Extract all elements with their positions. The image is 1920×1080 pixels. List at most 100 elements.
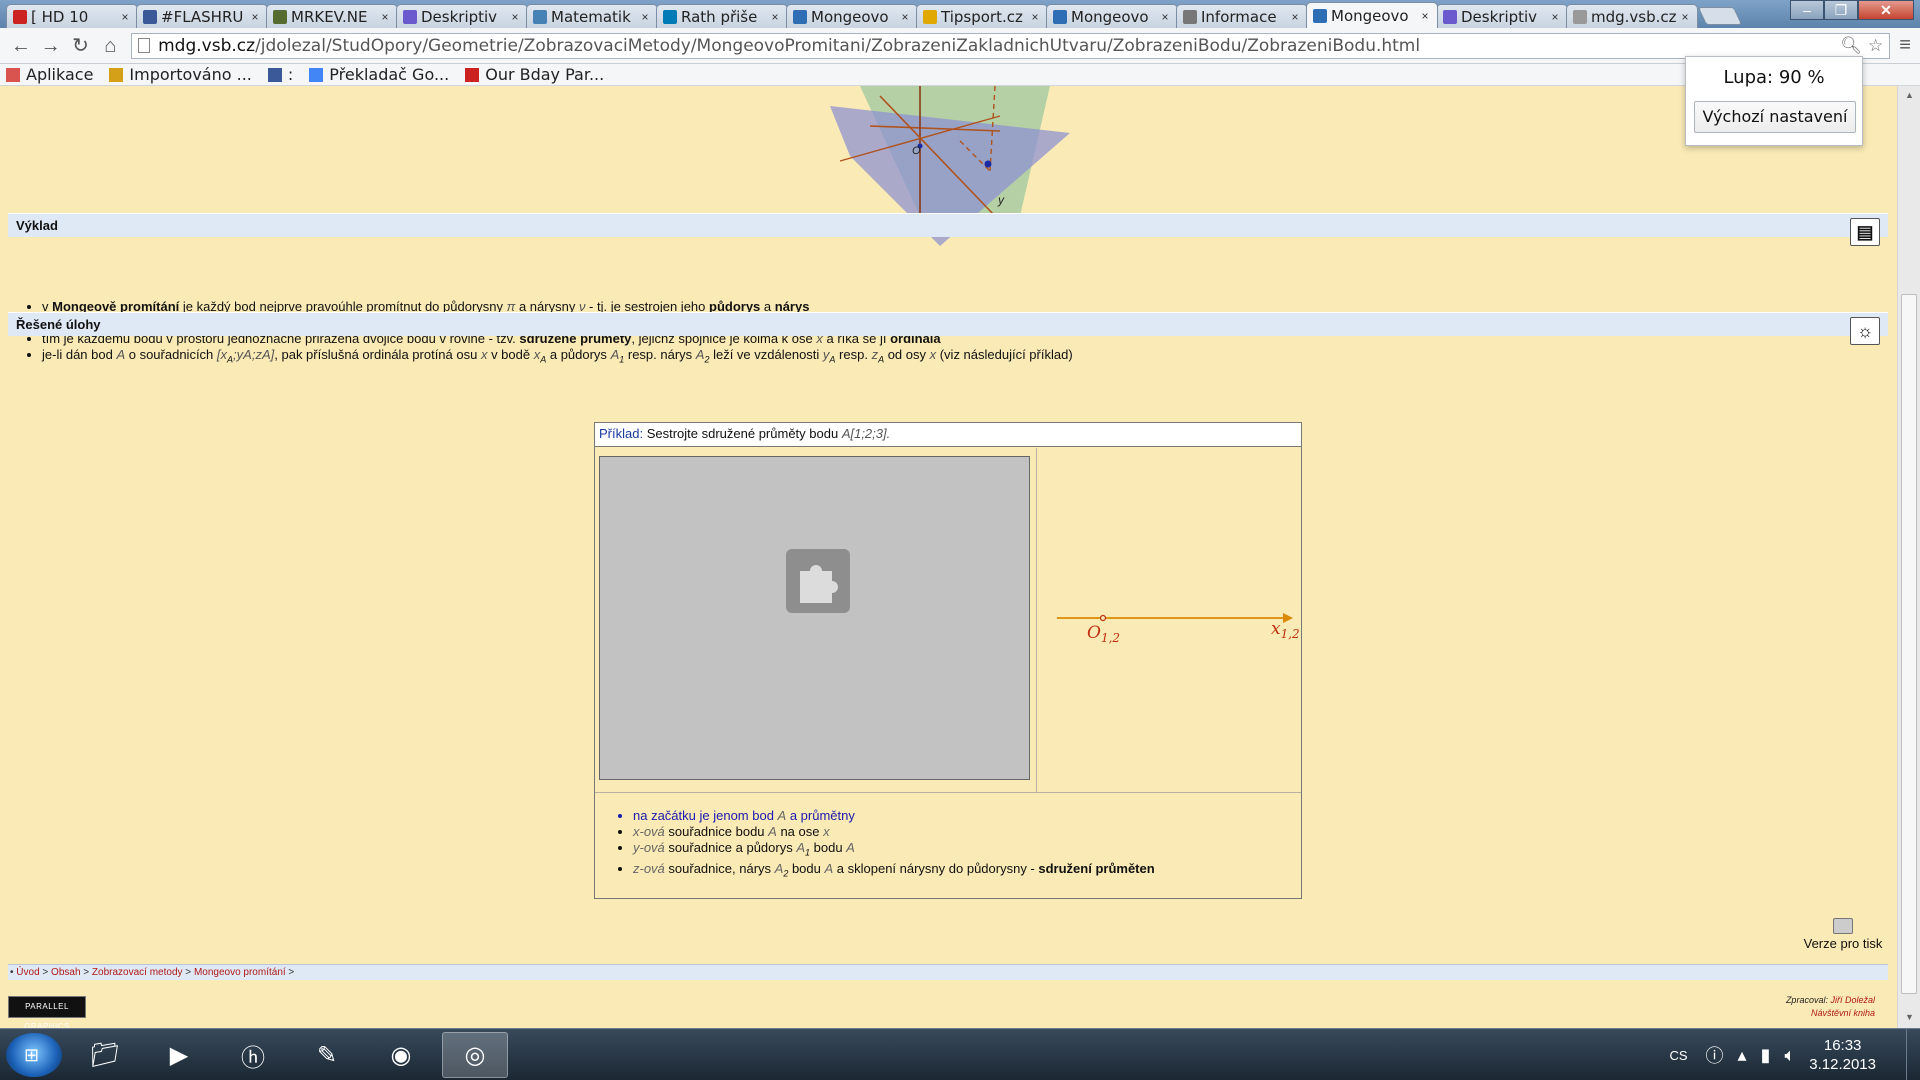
example-point: A[1;2;3]. <box>841 426 891 441</box>
bookmark-item[interactable]: Aplikace <box>6 65 93 84</box>
show-desktop-button[interactable] <box>1906 1029 1920 1080</box>
example-steps: na začátku je jenom bod A a průmětnyx-ov… <box>619 808 1155 881</box>
bookmark-item[interactable]: Our Bday Par... <box>465 65 604 84</box>
browser-tab[interactable]: Mongeovo × <box>1306 2 1438 28</box>
tab-close-icon[interactable]: × <box>509 10 521 24</box>
close-window-button[interactable]: ✕ <box>1858 0 1914 20</box>
maximize-button[interactable]: ❐ <box>1824 0 1858 20</box>
credits-author[interactable]: Jiří Doležal <box>1830 995 1875 1005</box>
guestbook-link[interactable]: Návštěvní kniha <box>1811 1008 1875 1018</box>
tab-close-icon[interactable]: × <box>1159 10 1171 24</box>
page-icon <box>1313 8 1327 23</box>
tab-close-icon[interactable]: × <box>1419 9 1431 23</box>
tab-close-icon[interactable]: × <box>1289 10 1301 24</box>
youtube-icon <box>13 9 27 24</box>
scrollbar-thumb[interactable] <box>1901 294 1917 994</box>
tab-close-icon[interactable]: × <box>1029 10 1041 24</box>
tab-close-icon[interactable]: × <box>899 10 911 24</box>
browser-tab[interactable]: Deskriptiv × <box>396 4 528 28</box>
browser-tab[interactable]: Deskriptiv × <box>1436 4 1568 28</box>
breadcrumb-item[interactable]: Mongeovo promítání <box>194 967 286 978</box>
browser-tab[interactable]: Tipsport.cz × <box>916 4 1048 28</box>
taskbar-app-firefox[interactable]: ◉ <box>368 1032 434 1078</box>
tab-title: Deskriptiv <box>1461 7 1538 26</box>
scroll-down-arrow-icon[interactable]: ▼ <box>1905 1012 1914 1022</box>
address-bar[interactable]: mdg.vsb.cz/jdolezal/StudOpory/Geometrie/… <box>131 32 1891 59</box>
browser-tab[interactable]: Matematik × <box>526 4 658 28</box>
zoom-magnifier-icon[interactable]: 🔍︎ <box>1840 36 1862 56</box>
document-icon[interactable]: ▤ <box>1850 218 1880 246</box>
network-icon[interactable]: ▮ <box>1761 1045 1771 1066</box>
browser-tab[interactable]: mdg.vsb.cz × <box>1566 4 1698 28</box>
windows-logo-icon: ⊞ <box>24 1045 40 1065</box>
bookmarks-bar: Aplikace Importováno ...: Překladač Go... O… <box>0 64 1920 86</box>
tab-close-icon[interactable]: × <box>639 10 651 24</box>
print-version-link[interactable]: Verze pro tisk <box>1798 918 1888 951</box>
parallel-graphics-logo[interactable]: PARALLEL GRAPHICS <box>8 996 86 1028</box>
start-button[interactable]: ⊞ <box>6 1033 62 1077</box>
tab-title: Matematik <box>551 7 631 26</box>
bookmark-star-icon[interactable]: ☆ <box>1868 36 1883 56</box>
breadcrumb-item[interactable]: Zobrazovací metody <box>92 967 183 978</box>
credits-label: Zpracoval: <box>1785 995 1828 1005</box>
bookmark-item[interactable]: : <box>267 65 293 84</box>
plugin-placeholder[interactable] <box>599 456 1030 780</box>
section-vyklad-title: Výklad <box>16 218 58 233</box>
browser-tab[interactable]: Informace × <box>1176 4 1308 28</box>
x-axis-sub-label: 1,2 <box>1281 627 1300 641</box>
reload-icon[interactable]: ↻ <box>66 32 96 60</box>
zoom-reset-button[interactable]: Výchozí nastavení <box>1694 101 1856 133</box>
home-icon[interactable]: ⌂ <box>95 32 125 60</box>
lightbulb-icon[interactable]: ☼ <box>1850 317 1880 345</box>
forward-icon[interactable]: → <box>36 32 66 60</box>
bookmark-item[interactable]: Importováno ... <box>109 65 252 84</box>
tab-close-icon[interactable]: × <box>119 10 131 24</box>
window-controls: – ❐ ✕ <box>1790 0 1914 20</box>
page-icon <box>1053 9 1067 24</box>
taskbar-app-paint[interactable]: ✎ <box>294 1032 360 1078</box>
page-icon <box>1183 9 1197 24</box>
taskbar-app-explorer[interactable]: 📁︎ <box>72 1032 138 1078</box>
tab-close-icon[interactable]: × <box>769 10 781 24</box>
taskbar-app-media-player[interactable]: ▶ <box>146 1032 212 1078</box>
example-step[interactable]: na začátku je jenom bod A a průmětny <box>633 808 1155 824</box>
tab-close-icon[interactable]: × <box>1549 10 1561 24</box>
svg-text:x1,2: x1,2 <box>1271 619 1300 641</box>
tab-title: Mongeovo <box>1071 7 1149 26</box>
menu-icon[interactable]: ≡ <box>1890 34 1920 57</box>
windows-taskbar: ⊞ 📁︎ ▶ ⓗ ✎ ◉ ◎ CS ⓘ ▴ ▮ 🔈︎ 16:33 3.12.2013 <box>0 1028 1920 1080</box>
browser-tab[interactable]: Mongeovo × <box>786 4 918 28</box>
help-icon[interactable]: ⓘ <box>1706 1042 1724 1068</box>
breadcrumb-item[interactable]: Obsah <box>51 967 80 978</box>
section-vyklad: Výklad ▤ <box>8 213 1888 246</box>
browser-tab[interactable]: Mongeovo × <box>1046 4 1178 28</box>
breadcrumb-item[interactable]: Úvod <box>16 967 39 978</box>
bookmark-item[interactable]: Překladač Go... <box>309 65 449 84</box>
browser-tab[interactable]: MRKEV.NE × <box>266 4 398 28</box>
tab-close-icon[interactable]: × <box>1679 10 1691 24</box>
example-step: y-ová souřadnice a půdorys A1 bodu A <box>633 840 1155 861</box>
y-axis-label: y <box>997 193 1005 207</box>
back-icon[interactable]: ← <box>6 32 36 60</box>
tray-expand-icon[interactable]: ▴ <box>1738 1045 1747 1066</box>
apps-grid-icon <box>6 67 20 82</box>
tab-title: #FLASHRU <box>161 7 244 26</box>
browser-tab[interactable]: [ HD 10 × <box>6 4 138 28</box>
scroll-up-arrow-icon[interactable]: ▲ <box>1905 90 1914 100</box>
tab-title: MRKEV.NE <box>291 7 368 26</box>
clock[interactable]: 16:33 3.12.2013 <box>1809 1036 1876 1074</box>
linkedin-icon <box>663 9 677 24</box>
tab-close-icon[interactable]: × <box>379 10 391 24</box>
clock-date: 3.12.2013 <box>1809 1056 1876 1073</box>
taskbar-app-chrome[interactable]: ◎ <box>442 1032 508 1078</box>
tab-close-icon[interactable]: × <box>249 10 261 24</box>
vertical-scrollbar[interactable]: ▲ ▼ <box>1897 86 1920 1028</box>
new-tab-button[interactable] <box>1697 7 1743 25</box>
browser-tab[interactable]: Rath přiše × <box>656 4 788 28</box>
minimize-button[interactable]: – <box>1790 0 1824 20</box>
volume-icon[interactable]: 🔈︎ <box>1784 1045 1795 1066</box>
bookmark-label: Importováno ... <box>129 65 252 84</box>
taskbar-app-hp[interactable]: ⓗ <box>220 1032 286 1078</box>
browser-tab[interactable]: #FLASHRU × <box>136 4 268 28</box>
language-indicator[interactable]: CS <box>1669 1048 1687 1063</box>
